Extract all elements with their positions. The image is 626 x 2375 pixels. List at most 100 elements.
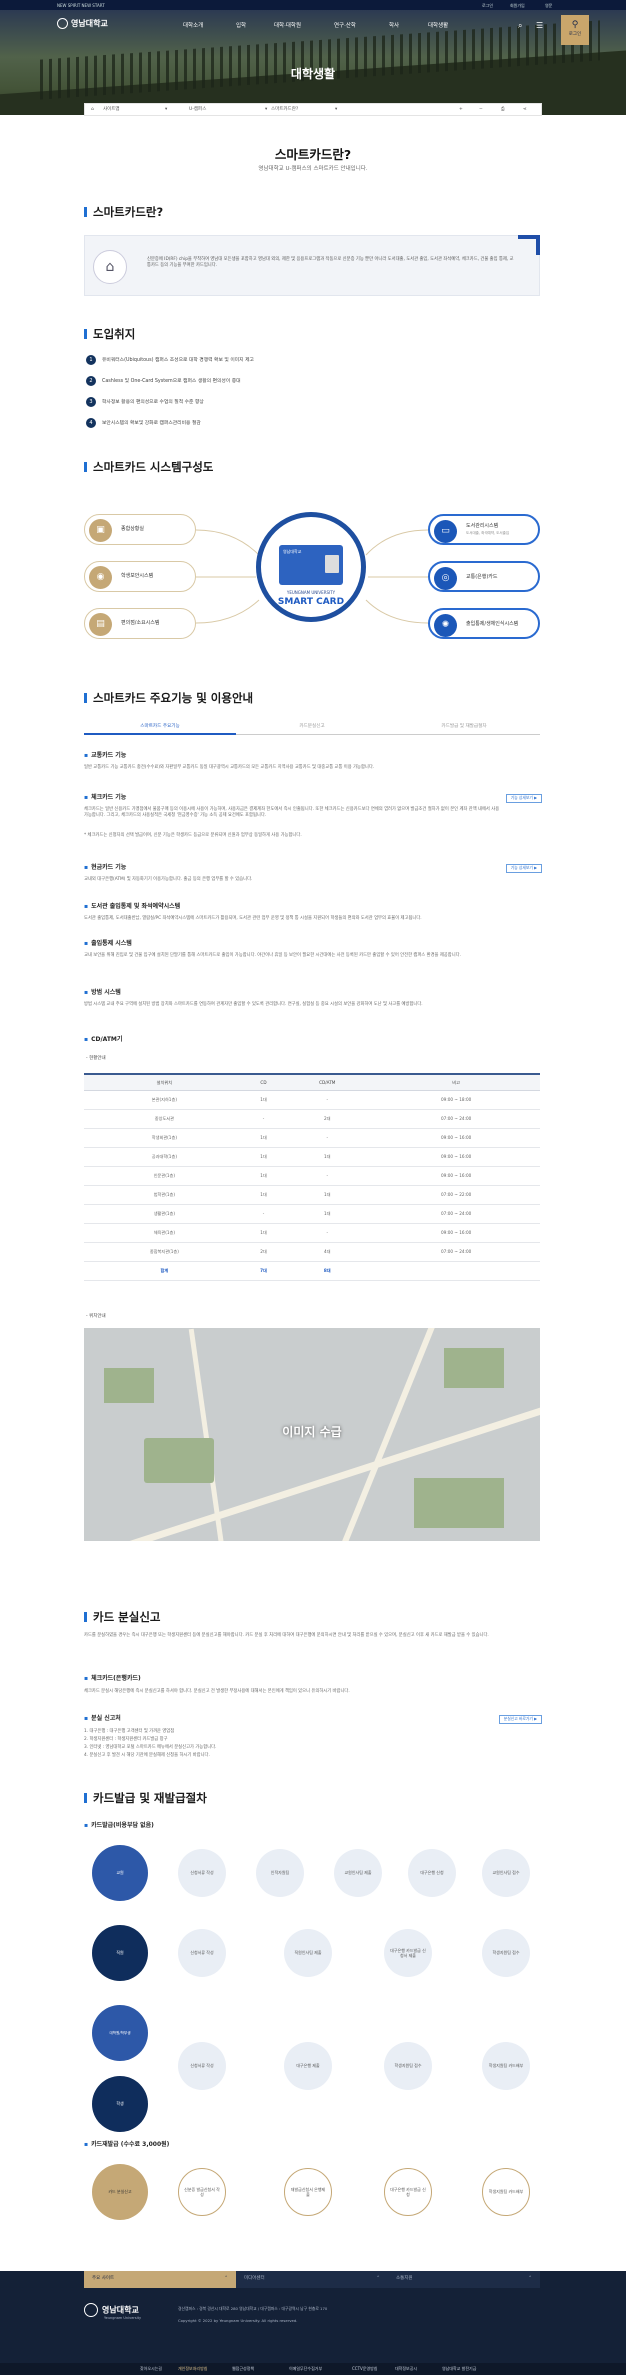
cash-detail-button[interactable]: 기능 상세보기 ▶ xyxy=(505,864,542,873)
breadcrumb-level1[interactable]: U-캠퍼스 xyxy=(189,107,206,113)
plus-icon[interactable]: + xyxy=(459,107,463,113)
footer-bar: 주요 사이트 ⌃ 미디어센터 ⌃ 소통지원 ⌃ xyxy=(84,2271,540,2288)
site-logo[interactable]: 영남대학교 xyxy=(57,18,108,29)
breadcrumb-home[interactable]: 사이트맵 xyxy=(103,107,120,113)
footer-dropdown-media[interactable]: 미디어센터 ⌃ xyxy=(236,2271,388,2288)
flow-step: 신청서류 작성 xyxy=(178,2042,226,2090)
gnb-item-campus-life[interactable]: 대학생활 xyxy=(428,23,448,30)
map-label: - 위치안내 xyxy=(86,1314,106,1319)
breadcrumb-level2[interactable]: 스마트카드란? xyxy=(271,107,298,113)
gnb-item-colleges[interactable]: 대학·대학원 xyxy=(274,23,301,30)
section-heading-issue: 카드발급 및 재발급절차 xyxy=(84,1791,207,1806)
tab-lost-report[interactable]: 카드분실신고 xyxy=(236,724,388,730)
share-icon[interactable]: ⋖ xyxy=(523,107,527,113)
feature-tabs: 스마트카드 주요기능 카드분실신고 카드발급 및 재발급절차 xyxy=(84,721,540,735)
smart-card-center: 영남대학교 YEUNGNAM UNIVERSITY SMART CARD xyxy=(256,512,366,622)
fingerprint-icon: ✺ xyxy=(434,614,457,637)
book-icon: ▭ xyxy=(434,520,457,543)
store-icon: ▤ xyxy=(89,613,112,636)
footer-link[interactable]: 영남대학교 발전기금 xyxy=(442,2366,476,2371)
table-header: 설치위치 xyxy=(84,1073,245,1091)
flow-step: 직원인사팀 제출 xyxy=(284,1929,332,1977)
check-detail-button[interactable]: 기능 상세보기 ▶ xyxy=(505,794,542,803)
atm-status-label: - 현황안내 xyxy=(86,1056,106,1061)
feature-body-library: 도서관 출입통제, 도서대출반납, 열람실/PC 좌석예약시스템에 스마트카드가… xyxy=(84,916,422,921)
flow-start-faculty: 교원 xyxy=(92,1845,148,1901)
lost-report-item: 2. 학생지원센터 : 학생지원센터 카드발급 창구 xyxy=(84,1737,168,1742)
flow-step: 학생지원팀 카드배부 xyxy=(482,2042,530,2090)
shield-icon: ◉ xyxy=(89,566,112,589)
print-icon[interactable]: ⎙ xyxy=(501,107,505,113)
user-icon: ⚲ xyxy=(571,20,579,30)
gnb-item-research[interactable]: 연구·산학 xyxy=(334,23,356,30)
map-placeholder-text: 이미지 수급 xyxy=(282,1425,342,1439)
section-heading-lost: 카드 분실신고 xyxy=(84,1610,160,1625)
footer-menu: 찾아오시는길 개인정보처리방침 웹접근성정책 이메일무단수집거부 CCTV운영방… xyxy=(0,2363,626,2375)
utility-link-login[interactable]: 로그인 xyxy=(482,3,493,8)
flow-step: 신분증 발급신청서 작성 xyxy=(178,2168,226,2216)
flow-step: 대구은행 신청 xyxy=(408,1849,456,1897)
feature-body-security: 방범 시스템 교내 주요 구역에 설치된 방범 장치와 스마트카드를 연동하여 … xyxy=(84,1002,423,1007)
tab-main-functions[interactable]: 스마트카드 주요기능 xyxy=(84,724,236,735)
intro-text: 신분증에 ID(RF) chip을 부착하여 영남대 모든생을 포함하고 영남대… xyxy=(147,257,514,268)
minus-icon[interactable]: − xyxy=(479,107,483,113)
lost-report-button[interactable]: 분실신고 바로가기 ▶ xyxy=(498,1715,542,1724)
utility-link-english[interactable]: 영문 xyxy=(545,3,552,8)
feature-body-check: 체크카드는 일반 신용카드 가맹점에서 물품구매 등의 이용시에 사용이 가능하… xyxy=(84,807,500,818)
system-node-access: ✺ 출입통제/생체인식시스템 xyxy=(428,608,540,639)
smart-card-image: 영남대학교 xyxy=(279,545,343,585)
tab-issue-process[interactable]: 카드발급 및 재발급절차 xyxy=(388,724,540,730)
feature-note-check: * 체크카드는 신청자의 선택 발급이며, 신분 기능은 학생카드 등급으로 분… xyxy=(84,833,302,838)
flow-step: 교원인사팀 제출 xyxy=(334,1849,382,1897)
section-heading-features: 스마트카드 주요기능 및 이용안내 xyxy=(84,691,253,706)
chevron-down-icon: ▾ xyxy=(265,107,268,112)
table-header: CD xyxy=(244,1073,283,1091)
footer-dropdown-support[interactable]: 소통지원 ⌃ xyxy=(388,2271,540,2288)
table-row: 학생회관(1층) 1대 -09:00 ~ 16:00 xyxy=(84,1128,540,1148)
flow-step: 인적자원팀 xyxy=(256,1849,304,1897)
flow-step: 재발급신청서 은행제출 xyxy=(284,2168,332,2216)
section-heading-intro: 스마트카드란? xyxy=(84,205,163,220)
university-seal-icon xyxy=(57,18,68,29)
footer-logo: 영남대학교 xyxy=(84,2303,139,2317)
logo-text: 영남대학교 xyxy=(71,19,108,28)
system-node-control-room: ▣ 종합상황실 xyxy=(84,514,196,545)
footer-link[interactable]: 이메일무단수집거부 xyxy=(289,2366,322,2371)
system-node-transport: ◎ 교통(은행)카드 xyxy=(428,561,540,592)
purpose-item: 3 학사정보 활용의 편의성으로 수업의 질적 수준 향상 xyxy=(86,397,204,407)
footer-link[interactable]: 웹접근성정책 xyxy=(232,2366,254,2371)
gnb-item-about[interactable]: 대학소개 xyxy=(183,23,203,30)
lost-intro: 카드를 분실하였을 경우는 즉시 대구은행 또는 학생지원센터 등에 분실신고를… xyxy=(84,1633,489,1638)
chevron-down-icon: ▾ xyxy=(165,107,168,112)
feature-title-security: ▪ 방범 시스템 xyxy=(84,989,121,996)
home-icon[interactable]: ⌂ xyxy=(91,107,94,113)
flow-step: 신청서류 작성 xyxy=(178,1929,226,1977)
table-row: 체육관(1층) 1대 -09:00 ~ 16:00 xyxy=(84,1223,540,1243)
feature-body-transport: 일반 교통카드 기능 교통카드 충전(수수료)와 자판일부 교통카드 동일 대구… xyxy=(84,765,375,770)
table-row: 종합복지관(1층) 2대 4대 07:00 ~ 24:00 xyxy=(84,1242,540,1262)
lost-check-body: 체크카드 분실시 해당은행에 즉시 분실신고를 하셔야 합니다. 분실신고 전 … xyxy=(84,1689,350,1694)
footer-dropdown-sites[interactable]: 주요 사이트 ⌃ xyxy=(84,2271,236,2288)
flow-step: 대구은행 카드발급 신청서 제출 xyxy=(384,1929,432,1977)
campus-map[interactable]: 이미지 수급 xyxy=(84,1328,540,1541)
footer-link[interactable]: 개인정보처리방침 xyxy=(178,2366,207,2371)
page-title: 스마트카드란? xyxy=(274,147,352,162)
feature-body-cash: 교내외 대구은행(ATM) 및 자동화기기 이용가능합니다. 출금 등의 은행 … xyxy=(84,877,253,882)
gnb-item-academic[interactable]: 학사 xyxy=(389,23,399,30)
hero-title: 대학생활 xyxy=(290,67,336,81)
lost-report-item: 1. 대구은행 : 대구은행 고객센터 및 가까운 영업점 xyxy=(84,1729,175,1734)
purpose-item: 1 유비쿼터스(Ubiquitous) 캠퍼스 조성으로 대학 경쟁력 확보 및 … xyxy=(86,355,254,365)
system-node-library: ▭ 도서관리시스템 도서대출, 좌석예약, 도서출입 xyxy=(428,514,540,545)
footer-link[interactable]: 대학정보공시 xyxy=(395,2366,417,2371)
flow-step: 학생지원팀 접수 xyxy=(482,1929,530,1977)
menu-icon[interactable]: ☰ xyxy=(536,21,543,31)
login-button[interactable]: ⚲ 로그인 xyxy=(561,15,589,45)
footer-link[interactable]: 찾아오시는길 xyxy=(140,2366,162,2371)
search-icon[interactable]: ⌕ xyxy=(518,21,522,31)
gnb-item-admission[interactable]: 입학 xyxy=(236,23,246,30)
issue-re-title: ▪ 카드재발급 (수수료 3,000원) xyxy=(84,2141,170,2148)
footer-copyright: Copyright © 2022 by Yeungnam University.… xyxy=(178,2318,298,2323)
utility-link-join[interactable]: 회원가입 xyxy=(510,3,525,8)
footer-link[interactable]: CCTV운영방침 xyxy=(352,2366,378,2371)
flow-step: 학생지원팀 접수 xyxy=(384,2042,432,2090)
